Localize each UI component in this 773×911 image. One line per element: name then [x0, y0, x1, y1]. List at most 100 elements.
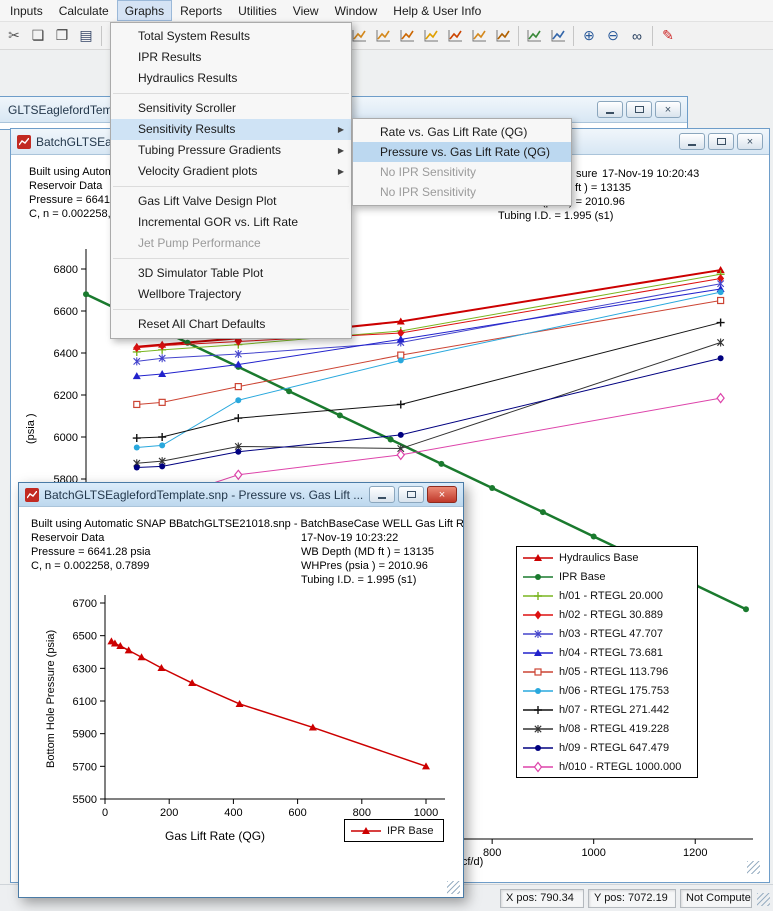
minimize-button[interactable] — [679, 133, 705, 150]
menu-item-wellbore-trajectory[interactable]: Wellbore Trajectory — [111, 284, 351, 305]
menu-item-sensitivity-scroller[interactable]: Sensitivity Scroller — [111, 98, 351, 119]
minimize-button[interactable] — [369, 486, 395, 503]
menubar-item-calculate[interactable]: Calculate — [51, 0, 117, 21]
maximize-button[interactable] — [626, 101, 652, 118]
legend-label: h/01 - RTEGL 20.000 — [559, 589, 663, 602]
minimize-icon — [606, 112, 614, 114]
menu-item-ipr-results[interactable]: IPR Results — [111, 47, 351, 68]
snap-application: Inputs Calculate Graphs Reports Utilities Vie… — [0, 0, 773, 911]
legend-marker-star — [523, 724, 553, 733]
legend-label: h/05 - RTEGL 113.796 — [559, 665, 669, 678]
menu-item-incremental-gor-vs-lift-rate[interactable]: Incremental GOR vs. Lift Rate — [111, 212, 351, 233]
menu-item-sensitivity-results[interactable]: Sensitivity Results ▶ — [111, 119, 351, 140]
menubar-item-view[interactable]: View — [285, 0, 327, 21]
chart-hydraulics-icon[interactable] — [395, 24, 419, 48]
svg-text:6300: 6300 — [73, 663, 97, 675]
svg-text:6100: 6100 — [73, 696, 97, 708]
chart-3d-icon[interactable] — [546, 24, 570, 48]
chart-sensitivity-icon[interactable] — [419, 24, 443, 48]
legend-item-h-09-rtegl-647-479: h/09 - RTEGL 647.479 — [517, 738, 697, 757]
chart-legend[interactable]: Hydraulics Base IPR Base h/01 - RTEGL 20.0… — [516, 546, 698, 778]
legend-label: h/010 - RTEGL 1000.000 — [559, 760, 682, 773]
toolbar-separator — [652, 25, 653, 46]
pressure-vs-qg-window[interactable]: BatchGLTSEaglefordTemplate.snp - Pressur… — [18, 482, 464, 898]
minimize-button[interactable] — [597, 101, 623, 118]
menu-item-rate-vs-gas-lift-rate-qg[interactable]: Rate vs. Gas Lift Rate (QG) — [353, 122, 571, 142]
legend-item-ipr-base: IPR Base — [517, 567, 697, 586]
window-title: BatchGLTSEaglefordTemplate.snp - Pressur… — [44, 487, 364, 502]
legend-marker-circ — [523, 573, 553, 580]
popup-titlebar[interactable]: BatchGLTSEaglefordTemplate.snp - Pressur… — [19, 483, 463, 507]
statusbar-resize-grip[interactable] — [757, 893, 770, 906]
menu-item-label: 3D Simulator Table Plot — [138, 266, 264, 280]
maximize-button[interactable] — [398, 486, 424, 503]
chart-gradient-icon[interactable] — [443, 24, 467, 48]
chart-gor-icon[interactable] — [491, 24, 515, 48]
legend-item-h-08-rtegl-419-228: h/08 - RTEGL 419.228 — [517, 719, 697, 738]
menubar-item-reports[interactable]: Reports — [172, 0, 230, 21]
legend-item-h-03-rtegl-47-707: h/03 - RTEGL 47.707 — [517, 624, 697, 643]
close-button[interactable]: × — [427, 486, 457, 503]
submenu-arrow-icon: ▶ — [337, 167, 344, 176]
header-line: C, n = 0.002258, 0.7899 — [31, 560, 150, 572]
header-line: Tubing I.D. = 1.995 (s1) — [498, 210, 614, 222]
print-icon[interactable]: ▤ — [74, 24, 98, 48]
binoculars-icon[interactable]: ∞ — [625, 24, 649, 48]
paste-icon[interactable]: ❐ — [50, 24, 74, 48]
toolbar-separator — [573, 25, 574, 46]
legend-marker-plus — [523, 705, 553, 714]
legend-item-h-02-rtegl-30-889: h/02 - RTEGL 30.889 — [517, 605, 697, 624]
legend-marker-circ — [523, 687, 553, 694]
menu-item-tubing-pressure-gradients[interactable]: Tubing Pressure Gradients ▶ — [111, 140, 351, 161]
pressure-vs-qg-chart[interactable]: 5500 5700 5900 6100 6300 6500 6700 0 200 400 600 80… — [55, 587, 459, 831]
menubar-item-inputs[interactable]: Inputs — [2, 0, 51, 21]
toolbar-separator — [518, 25, 519, 46]
graphs-menu: Total System Results IPR Results Hydraulic… — [110, 22, 352, 339]
chart-design-icon[interactable] — [522, 24, 546, 48]
svg-text:1200: 1200 — [683, 847, 707, 859]
legend-label: IPR Base — [387, 824, 434, 837]
menu-item-label: Wellbore Trajectory — [138, 287, 242, 301]
menu-bar: Inputs Calculate Graphs Reports Utilities Vie… — [0, 0, 773, 22]
chart-velocity-icon[interactable] — [467, 24, 491, 48]
svg-text:6400: 6400 — [54, 348, 78, 360]
zoom-out-icon[interactable]: ⊖ — [601, 24, 625, 48]
menu-item-velocity-gradient-plots[interactable]: Velocity Gradient plots ▶ — [111, 161, 351, 182]
menubar-item-help-user-info[interactable]: Help & User Info — [385, 0, 489, 21]
legend-item-h-010-rtegl-1000-000: h/010 - RTEGL 1000.000 — [517, 757, 697, 776]
menu-item-no-ipr-sensitivity: No IPR Sensitivity — [353, 182, 571, 202]
close-button[interactable]: × — [737, 133, 763, 150]
menu-item-pressure-vs-gas-lift-rate-qg[interactable]: Pressure vs. Gas Lift Rate (QG) — [353, 142, 571, 162]
popup-center-title: BatchGLTSE21018.snp - BatchBaseCase WELL… — [176, 518, 464, 530]
menu-item-total-system-results[interactable]: Total System Results — [111, 26, 351, 47]
maximize-icon — [634, 106, 644, 113]
menu-item-reset-all-chart-defaults[interactable]: Reset All Chart Defaults — [111, 314, 351, 335]
legend-item-h-06-rtegl-175-753: h/06 - RTEGL 175.753 — [517, 681, 697, 700]
zoom-in-icon[interactable]: ⊕ — [577, 24, 601, 48]
minimize-icon — [688, 144, 696, 146]
legend-label: h/07 - RTEGL 271.442 — [559, 703, 670, 716]
chart-edit-icon[interactable]: ✎ — [656, 24, 680, 48]
copy-icon[interactable]: ❏ — [26, 24, 50, 48]
legend-marker-star — [523, 629, 553, 638]
maximize-button[interactable] — [708, 133, 734, 150]
close-button[interactable]: × — [655, 101, 681, 118]
menu-item-label: Hydraulics Results — [138, 71, 238, 85]
header-line: WHPres (psia ) = 2010.96 — [301, 560, 428, 572]
menu-item-label: Incremental GOR vs. Lift Rate — [138, 215, 299, 229]
menubar-item-window[interactable]: Window — [327, 0, 386, 21]
legend-marker-sq-open — [523, 667, 553, 676]
menubar-item-utilities[interactable]: Utilities — [230, 0, 285, 21]
popup-resize-grip[interactable] — [447, 881, 460, 894]
chart-ipr-icon[interactable] — [371, 24, 395, 48]
header-line: Pressure = 6641.28 psia — [31, 546, 151, 558]
menu-item-gas-lift-valve-design-plot[interactable]: Gas Lift Valve Design Plot — [111, 191, 351, 212]
popup-chart-legend[interactable]: IPR Base — [344, 819, 444, 842]
window-resize-grip[interactable] — [747, 861, 760, 874]
menu-item-hydraulics-results[interactable]: Hydraulics Results — [111, 68, 351, 89]
menu-item-label: Velocity Gradient plots — [138, 164, 258, 178]
menu-item-3d-simulator-table-plot[interactable]: 3D Simulator Table Plot — [111, 263, 351, 284]
cut-icon[interactable]: ✂ — [2, 24, 26, 48]
header-line: Built using Automatic SNAP B — [31, 518, 177, 530]
menubar-item-graphs[interactable]: Graphs — [116, 0, 173, 21]
